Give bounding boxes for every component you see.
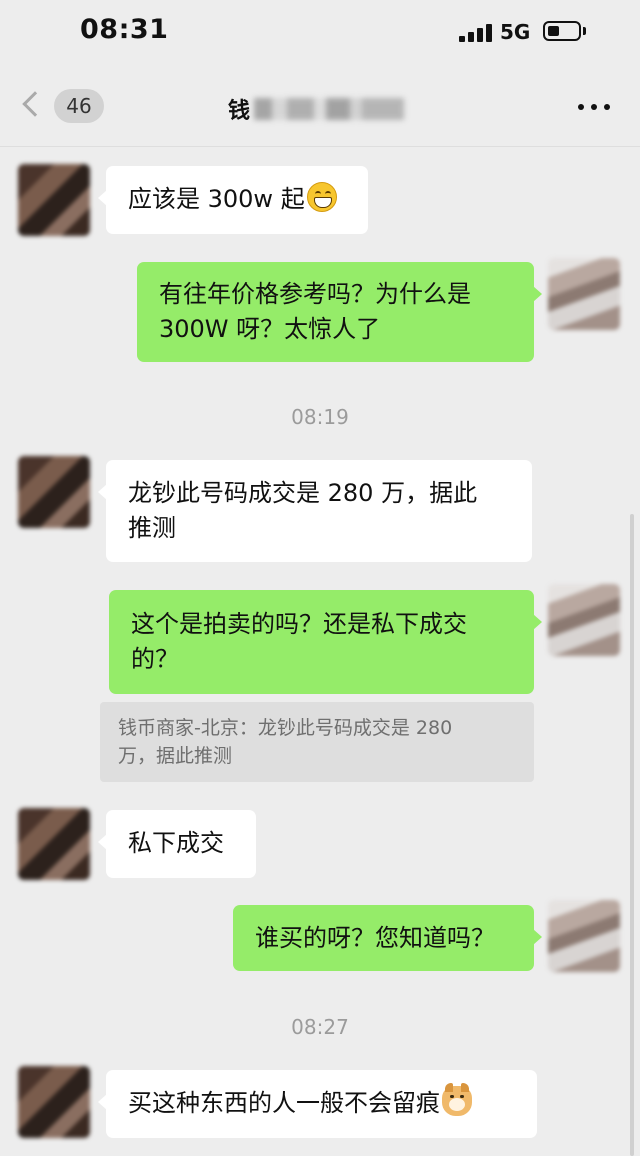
timestamp: 08:19 [291, 405, 349, 429]
contact-avatar[interactable] [18, 808, 90, 880]
more-options-button[interactable] [578, 104, 610, 112]
status-bar: 08:31 5G [0, 0, 640, 66]
message-bubble-outgoing[interactable]: 这个是拍卖的吗？还是私下成交 的？ [109, 590, 542, 694]
chat-title-visible: 钱 [228, 99, 251, 124]
chat-title: 钱 [228, 92, 405, 126]
my-avatar[interactable] [548, 258, 620, 330]
message-bubble-incoming[interactable]: 私下成交 [98, 810, 256, 878]
message-text-line: 推测 [128, 514, 176, 542]
message-text-line: 龙钞此号码成交是 280 万，据此 [128, 479, 478, 507]
chat-header: 46 钱 [0, 66, 640, 147]
quote-text-line: 钱币商家-北京：龙钞此号码成交是 280 [118, 717, 453, 739]
message-bubble-incoming[interactable]: 应该是 300w 起 [98, 166, 368, 234]
message-bubble-incoming[interactable]: 龙钞此号码成交是 280 万，据此 推测 [98, 460, 532, 562]
contact-avatar[interactable] [18, 164, 90, 236]
message-text-line: 这个是拍卖的吗？还是私下成交 [131, 610, 467, 638]
message-text-line: 300W 呀？太惊人了 [159, 315, 381, 343]
battery-icon [543, 21, 581, 41]
contact-avatar[interactable] [18, 456, 90, 528]
chat-screen: 08:31 5G 46 钱 应该是 300w 起 有往年价格参考吗？为什么是 3… [0, 0, 640, 1156]
message-text: 应该是 300w 起 [128, 185, 305, 213]
back-button[interactable]: 46 [18, 84, 108, 128]
message-text: 买这种东西的人一般不会留痕 [128, 1089, 440, 1117]
status-time: 08:31 [80, 14, 169, 45]
doge-icon [442, 1083, 472, 1116]
message-text: 私下成交 [128, 829, 224, 857]
signal-strength-icon [459, 24, 493, 42]
message-text-line: 有往年价格参考吗？为什么是 [159, 280, 471, 308]
scrollbar[interactable] [630, 514, 634, 1156]
message-text: 谁买的呀？您知道吗？ [255, 924, 495, 952]
quoted-message[interactable]: 钱币商家-北京：龙钞此号码成交是 280 万，据此推测 [100, 702, 534, 782]
quote-text-line: 万，据此推测 [118, 745, 233, 767]
message-text-line: 的？ [131, 645, 179, 673]
message-bubble-outgoing[interactable]: 谁买的呀？您知道吗？ [233, 905, 542, 971]
message-bubble-outgoing[interactable]: 有往年价格参考吗？为什么是 300W 呀？太惊人了 [137, 262, 542, 362]
unread-count-badge: 46 [54, 89, 104, 123]
grin-icon [306, 182, 337, 212]
message-bubble-incoming[interactable]: 买这种东西的人一般不会留痕 [98, 1070, 537, 1138]
chevron-left-icon [22, 91, 48, 117]
contact-avatar[interactable] [18, 1066, 90, 1138]
my-avatar[interactable] [548, 584, 620, 656]
network-type: 5G [500, 20, 531, 44]
chat-title-redacted [254, 98, 405, 120]
my-avatar[interactable] [548, 900, 620, 972]
timestamp: 08:27 [291, 1015, 349, 1039]
battery-cap [583, 27, 586, 35]
